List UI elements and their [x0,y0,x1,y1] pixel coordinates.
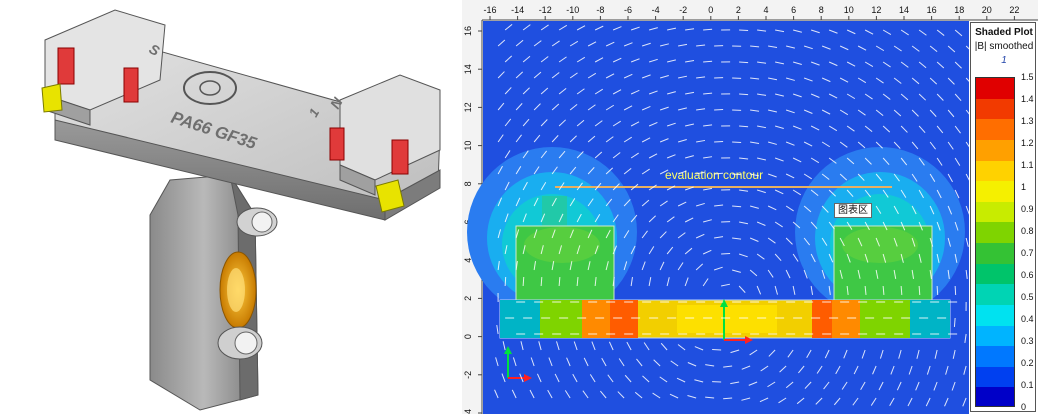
legend-swatch [976,140,1014,161]
flux-arrow [937,286,938,295]
legend-swatch [976,181,1014,202]
flux-arrow [721,253,730,254]
legend-level-label: 0.7 [1021,248,1034,258]
x-tick-label: -4 [652,5,660,15]
y-tick-label: 14 [463,64,473,74]
flux-arrow [732,174,741,175]
x-tick-label: -2 [679,5,687,15]
x-tick-label: 0 [708,5,713,15]
flux-arrow [714,141,723,142]
legend-level-label: 0.9 [1021,204,1034,214]
legend-swatch [976,78,1014,99]
legend-level-label: 1 [1021,182,1026,192]
legend-swatch [976,243,1014,264]
part-boss-lower [218,327,262,359]
legend-swatch [976,387,1014,407]
legend-level-label: 0.1 [1021,380,1034,390]
x-tick-label: 14 [899,5,909,15]
y-tick-label: 2 [463,296,473,301]
legend-level-label: 1.2 [1021,138,1034,148]
legend-level-label: 1.4 [1021,94,1034,104]
legend-level-label: 0.3 [1021,336,1034,346]
legend-level-label: 0.2 [1021,358,1034,368]
legend-swatch [976,161,1014,182]
flux-arrow [954,318,955,327]
x-tick-label: 10 [844,5,854,15]
flux-arrow [703,29,712,30]
x-tick-label: -10 [566,5,579,15]
x-tick-label: 4 [763,5,768,15]
y-tick-label: 0 [463,334,473,339]
flux-arrow [712,349,721,350]
legend-swatch [976,222,1014,243]
legend-swatch [976,99,1014,120]
legend-index: 1 [971,55,1037,66]
chart-area-tooltip: 图表区 [834,203,872,218]
legend-swatch [976,326,1014,347]
legend-swatch [976,367,1014,388]
x-tick-label: -8 [596,5,604,15]
flux-arrow [955,286,956,295]
legend-quantity: |B| smoothed [971,41,1037,52]
y-tick-label: 8 [463,181,473,186]
color-legend: Shaded Plot |B| smoothed 1 1.5 1.4 1.3 1.2 1… [970,22,1036,412]
y-tick-label: 10 [463,141,473,151]
x-tick-label: -12 [539,5,552,15]
flux-arrow [505,277,506,286]
x-tick-label: 18 [954,5,964,15]
y-tick-label: 16 [463,26,473,36]
legend-colorbar [975,77,1015,407]
flux-arrow [541,277,542,286]
x-tick-label: -6 [624,5,632,15]
legend-swatch [976,202,1014,223]
y-tick-label: 12 [463,102,473,112]
legend-level-label: 0.4 [1021,314,1034,324]
part-render-panel: PA66 GF35 S N 1 [0,0,460,414]
legend-swatch [976,284,1014,305]
x-tick-label: -14 [511,5,524,15]
flux-arrow [714,173,723,174]
x-tick-label: -16 [483,5,496,15]
x-tick-label: 2 [736,5,741,15]
y-tick-label: -2 [463,371,473,379]
legend-swatch [976,305,1014,326]
legend-level-label: 0.8 [1021,226,1034,236]
legend-level-label: 1.1 [1021,160,1034,170]
flux-arrow [901,286,902,295]
part-bore [220,252,256,328]
legend-level-label: 0.6 [1021,270,1034,280]
field-shaded-plot: evaluation contour [467,21,980,414]
flux-arrow [919,286,920,295]
y-tick-label: -4 [463,409,473,414]
flux-arrow [739,94,748,95]
field-plot-canvas[interactable]: -16-14-12-10-8-6-4-20246810121416182022 … [462,0,1038,414]
flux-arrow [523,277,524,286]
flux-arrow [739,62,748,63]
legend-level-label: 1.5 [1021,72,1034,82]
legend-swatch [976,119,1014,140]
x-tick-label: 8 [819,5,824,15]
part-render: PA66 GF35 S N 1 [0,0,460,414]
legend-title: Shaded Plot [971,27,1037,38]
x-tick-label: 16 [927,5,937,15]
legend-level-label: 0.5 [1021,292,1034,302]
x-tick-label: 22 [1009,5,1019,15]
part-boss-upper [237,208,277,236]
x-tick-label: 12 [871,5,881,15]
x-tick-label: 6 [791,5,796,15]
legend-swatch [976,346,1014,367]
x-tick-label: 20 [982,5,992,15]
evaluation-contour-label: evaluation contour [665,168,763,182]
legend-level-label: 1.3 [1021,116,1034,126]
field-plot-window: -16-14-12-10-8-6-4-20246810121416182022 … [462,0,1038,414]
legend-swatch [976,264,1014,285]
flux-arrow [739,30,748,31]
legend-level-label: 0 [1021,402,1026,412]
